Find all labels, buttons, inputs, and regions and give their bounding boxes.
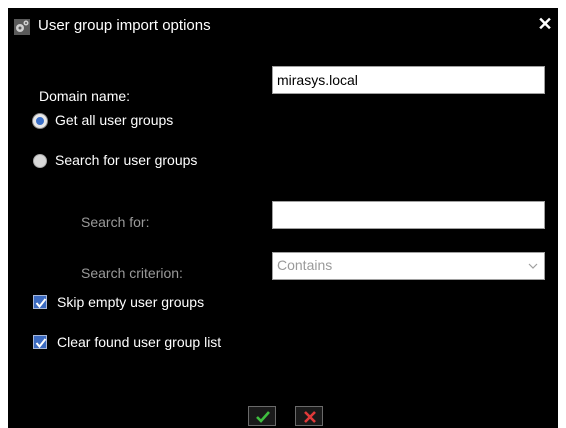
checkmark-icon bbox=[256, 411, 270, 423]
user-group-import-dialog: User group import options ✕ Domain name:… bbox=[8, 8, 558, 428]
domain-name-input[interactable] bbox=[272, 66, 545, 94]
close-button[interactable]: ✕ bbox=[536, 15, 554, 33]
radio-get-all-user-groups[interactable] bbox=[33, 114, 47, 128]
radio-search-label: Search for user groups bbox=[55, 152, 198, 168]
clear-found-checkbox[interactable] bbox=[33, 335, 47, 349]
checkmark-icon bbox=[35, 338, 47, 349]
search-criterion-select[interactable]: Contains bbox=[272, 252, 545, 280]
clear-found-label: Clear found user group list bbox=[57, 334, 222, 350]
search-criterion-label: Search criterion: bbox=[81, 265, 183, 281]
x-icon bbox=[304, 411, 316, 423]
radio-get-all-label: Get all user groups bbox=[55, 112, 174, 128]
chevron-down-icon bbox=[528, 263, 538, 269]
ok-button[interactable] bbox=[248, 406, 276, 426]
title-bar[interactable]: User group import options ✕ bbox=[8, 8, 558, 44]
search-criterion-value: Contains bbox=[277, 257, 333, 273]
close-icon: ✕ bbox=[537, 14, 553, 34]
search-for-label: Search for: bbox=[81, 214, 150, 230]
skip-empty-label: Skip empty user groups bbox=[57, 294, 205, 310]
domain-name-label: Domain name: bbox=[39, 88, 131, 104]
skip-empty-checkbox[interactable] bbox=[33, 295, 47, 309]
cancel-button[interactable] bbox=[295, 406, 323, 426]
checkmark-icon bbox=[35, 298, 47, 309]
gears-icon bbox=[14, 19, 30, 35]
search-for-input[interactable] bbox=[272, 201, 545, 229]
radio-search-user-groups[interactable] bbox=[33, 154, 47, 168]
dialog-title: User group import options bbox=[38, 17, 211, 34]
